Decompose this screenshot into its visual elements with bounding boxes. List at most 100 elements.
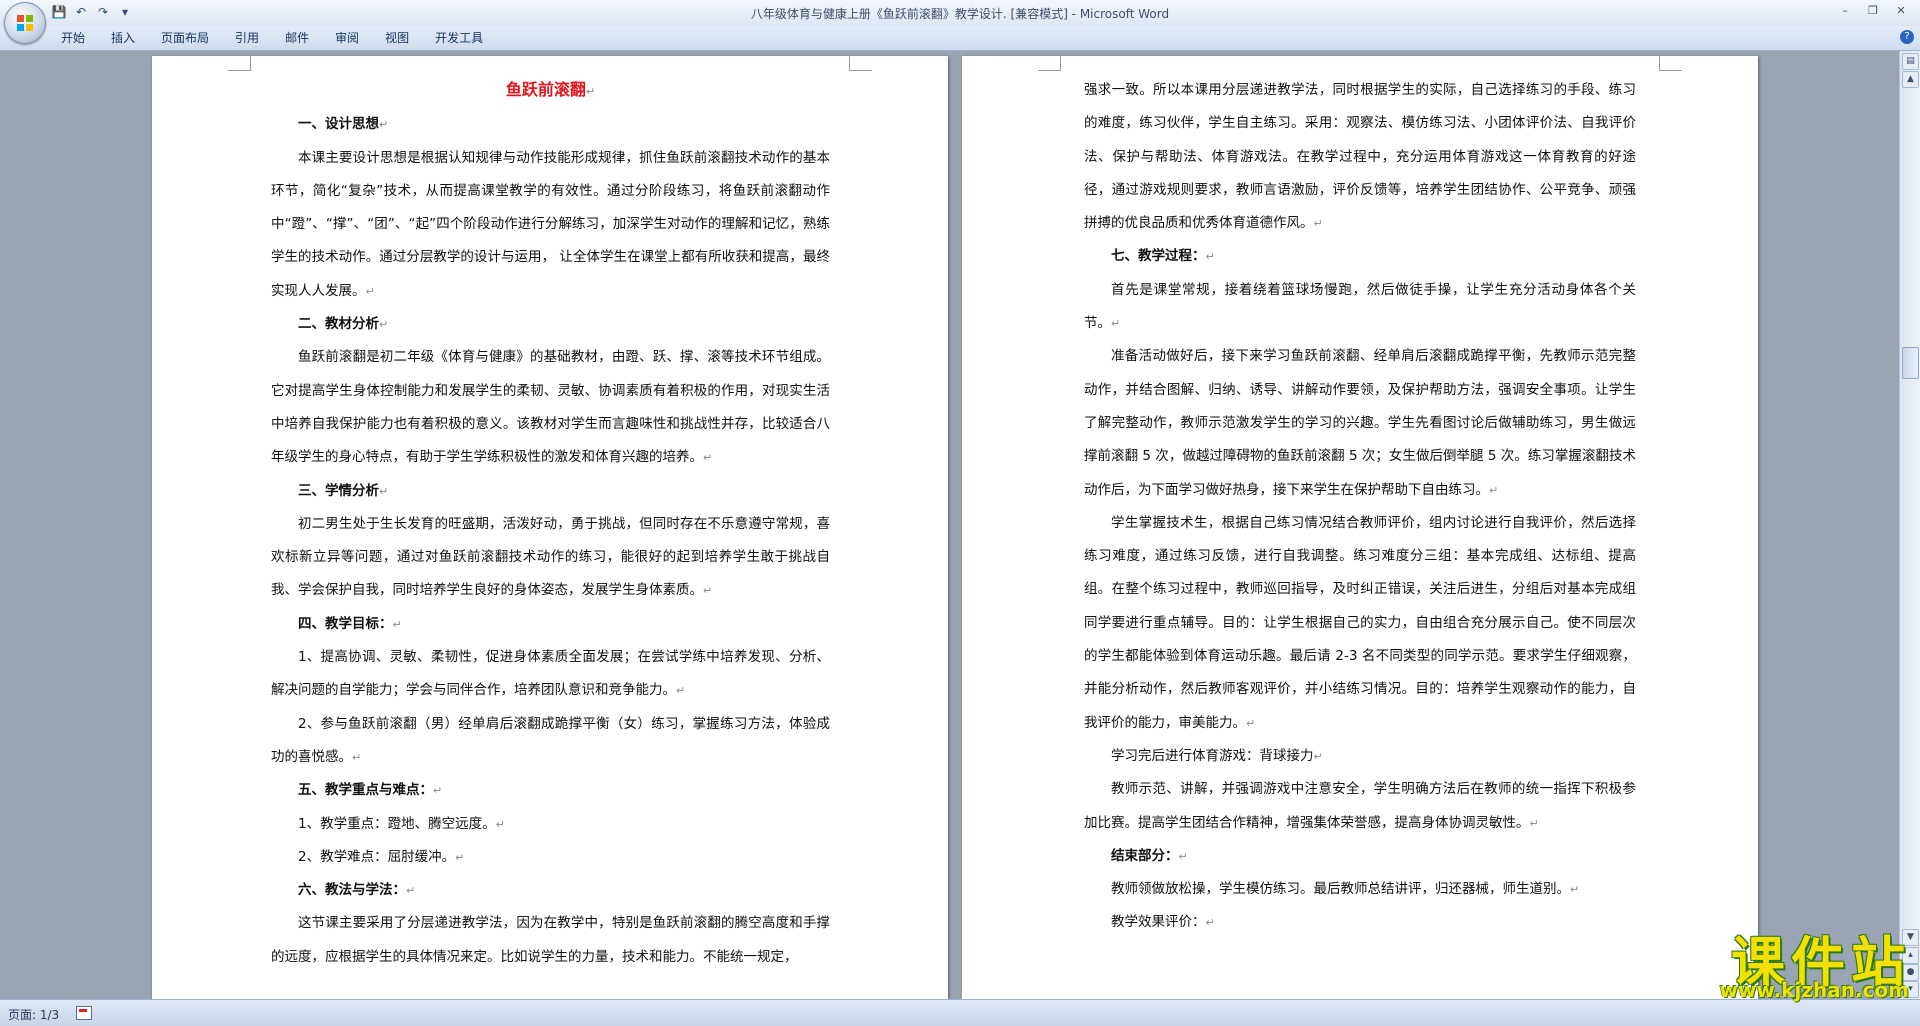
paragraph-text: 学习完后进行体育游戏：背球接力 [1111, 747, 1314, 764]
paragraph-text: 三、学情分析 [298, 482, 379, 499]
close-button[interactable]: ✕ [1888, 2, 1914, 20]
paragraph-text: 本课主要设计思想是根据认知规律与动作技能形成规律，抓住鱼跃前滚翻技术动作的基本环… [271, 149, 830, 299]
paragraph-mark-icon: ↵ [703, 451, 713, 465]
status-bar: 页面: 1/3 [0, 999, 1920, 1026]
paragraph-text: 七、教学过程： [1111, 248, 1206, 265]
tab-developer[interactable]: 开发工具 [422, 26, 496, 50]
watermark-url: www.kjzhan.com [1719, 978, 1909, 1002]
body-paragraph: 1、教学重点：蹬地、腾空远度。↵ [271, 808, 830, 841]
paragraph-text: 这节课主要采用了分层递进教学法，因为在教学中，特别是鱼跃前滚翻的腾空高度和手撑的… [271, 915, 830, 965]
office-logo-icon [17, 15, 33, 31]
paragraph-mark-icon: ↵ [676, 684, 686, 698]
body-paragraph: 这节课主要采用了分层递进教学法，因为在教学中，特别是鱼跃前滚翻的腾空高度和手撑的… [271, 907, 830, 974]
paragraph-text: 教师示范、讲解，并强调游戏中注意安全，学生明确方法后在教师的统一指挥下积极参加比… [1084, 781, 1636, 831]
body-paragraph: 教师领做放松操，学生模仿练习。最后教师总结讲评，归还器械，师生道别。↵ [1084, 873, 1636, 906]
body-paragraph: 学习完后进行体育游戏：背球接力↵ [1084, 740, 1636, 773]
paragraph-text: 六、教法与学法： [298, 882, 406, 899]
paragraph-mark-icon: ↵ [433, 784, 443, 798]
paragraph-mark-icon: ↵ [1205, 916, 1215, 930]
scroll-up-icon[interactable]: ▲ [1902, 71, 1919, 88]
tab-review[interactable]: 审阅 [322, 26, 372, 50]
paragraph-text: 二、教材分析 [298, 316, 379, 333]
body-paragraph: 鱼跃前滚翻是初二年级《体育与健康》的基础教材，由蹬、跃、撑、滚等技术环节组成。它… [271, 341, 830, 474]
paragraph-text: 鱼跃前滚翻是初二年级《体育与健康》的基础教材，由蹬、跃、撑、滚等技术环节组成。它… [271, 349, 830, 466]
ribbon: 开始 插入 页面布局 引用 邮件 审阅 视图 开发工具 ? [0, 26, 1920, 51]
section-heading: 六、教法与学法：↵ [271, 874, 830, 907]
tab-home[interactable]: 开始 [48, 26, 98, 50]
help-icon[interactable]: ? [1900, 30, 1914, 44]
tab-insert[interactable]: 插入 [98, 26, 148, 50]
document-page-2[interactable]: 强求一致。所以本课用分层递进教学法，同时根据学生的实际，自己选择练习的手段、练习… [962, 56, 1758, 999]
ruler-toggle-icon[interactable]: ▤ [1902, 53, 1919, 70]
section-heading: 七、教学过程：↵ [1084, 240, 1636, 273]
site-watermark: 课件站 www.kjzhan.com [1653, 918, 1917, 1008]
paragraph-mark-icon: ↵ [1313, 749, 1323, 763]
paragraph-text: 强求一致。所以本课用分层递进教学法，同时根据学生的实际，自己选择练习的手段、练习… [1084, 82, 1636, 232]
document-area[interactable]: 鱼跃前滚翻↵ 一、设计思想↵ 本课主要设计思想是根据认知规律与动作技能形成规律，抓住… [0, 51, 1900, 999]
tab-mailings[interactable]: 邮件 [272, 26, 322, 50]
paragraph-text: 五、教学重点与难点： [298, 782, 433, 799]
paragraph-mark-icon: ↵ [703, 584, 713, 598]
page-1-body: 鱼跃前滚翻↵ 一、设计思想↵ 本课主要设计思想是根据认知规律与动作技能形成规律，抓住… [152, 56, 948, 974]
section-heading: 三、学情分析↵ [271, 475, 830, 508]
paragraph-mark-icon: ↵ [1313, 217, 1323, 231]
paragraph-mark-icon: ↵ [1205, 250, 1215, 264]
section-heading: 四、教学目标：↵ [271, 608, 830, 641]
section-heading: 一、设计思想↵ [271, 108, 830, 141]
paragraph-mark-icon: ↵ [1178, 849, 1188, 863]
body-paragraph: 2、参与鱼跃前滚翻（男）经单肩后滚翻成跪撑平衡（女）练习，掌握练习方法，体验成功… [271, 708, 830, 775]
paragraph-mark-icon: ↵ [379, 318, 389, 332]
paragraph-text: 教学效果评价： [1111, 914, 1206, 931]
body-paragraph: 学生掌握技术生，根据自己练习情况结合教师评价，组内讨论进行自我评价，然后选择练习… [1084, 507, 1636, 740]
paragraph-text: 学生掌握技术生，根据自己练习情况结合教师评价，组内讨论进行自我评价，然后选择练习… [1084, 514, 1636, 731]
paragraph-text: 鱼跃前滚翻 [505, 80, 586, 99]
paragraph-mark-icon: ↵ [1111, 317, 1121, 331]
tab-references[interactable]: 引用 [222, 26, 272, 50]
document-title: 鱼跃前滚翻↵ [271, 73, 830, 108]
paragraph-mark-icon: ↵ [455, 850, 465, 864]
page-2-body: 强求一致。所以本课用分层递进教学法，同时根据学生的实际，自己选择练习的手段、练习… [962, 56, 1758, 940]
scroll-thumb[interactable] [1902, 347, 1919, 379]
tab-page-layout[interactable]: 页面布局 [148, 26, 222, 50]
paragraph-text: 1、教学重点：蹬地、腾空远度。 [298, 815, 496, 832]
section-heading: 五、教学重点与难点：↵ [271, 774, 830, 807]
paragraph-mark-icon: ↵ [392, 617, 402, 631]
paragraph-text: 结束部分： [1111, 847, 1179, 864]
maximize-button[interactable]: ❐ [1860, 2, 1886, 20]
paragraph-text: 1、提高协调、灵敏、柔韧性，促进身体素质全面发展；在尝试学练中培养发现、分析、解… [271, 649, 830, 699]
document-page-1[interactable]: 鱼跃前滚翻↵ 一、设计思想↵ 本课主要设计思想是根据认知规律与动作技能形成规律，抓住… [152, 56, 948, 999]
paragraph-text: 准备活动做好后，接下来学习鱼跃前滚翻、经单肩后滚翻成跪撑平衡，先教师示范完整动作… [1084, 348, 1636, 498]
paragraph-text: 初二男生处于生长发育的旺盛期，活泼好动，勇于挑战，但同时存在不乐意遵守常规，喜欢… [271, 515, 830, 599]
window-controls: – ❐ ✕ [1832, 2, 1914, 20]
body-paragraph: 准备活动做好后，接下来学习鱼跃前滚翻、经单肩后滚翻成跪撑平衡，先教师示范完整动作… [1084, 340, 1636, 506]
page-counter[interactable]: 页面: 1/3 [8, 1006, 59, 1023]
paragraph-mark-icon: ↵ [379, 484, 389, 498]
body-paragraph: 初二男生处于生长发育的旺盛期，活泼好动，勇于挑战，但同时存在不乐意遵守常规，喜欢… [271, 508, 830, 608]
proofing-status-icon[interactable] [76, 1006, 92, 1020]
paragraph-mark-icon: ↵ [1529, 816, 1539, 830]
body-paragraph: 2、教学难点：屈肘缓冲。↵ [271, 841, 830, 874]
body-paragraph: 本课主要设计思想是根据认知规律与动作技能形成规律，抓住鱼跃前滚翻技术动作的基本环… [271, 142, 830, 308]
paragraph-mark-icon: ↵ [379, 118, 389, 132]
minimize-button[interactable]: – [1832, 2, 1858, 20]
vertical-scrollbar[interactable]: ▤ ▲ ▼ ▴ ● ▾ [1899, 51, 1920, 999]
paragraph-mark-icon: ↵ [1246, 716, 1256, 730]
paragraph-mark-icon: ↵ [1489, 483, 1499, 497]
window-title: 八年级体育与健康上册《鱼跃前滚翻》教学设计. [兼容模式] - Microsof… [750, 7, 1170, 21]
paragraph-mark-icon: ↵ [1570, 883, 1580, 897]
tab-view[interactable]: 视图 [372, 26, 422, 50]
paragraph-mark-icon: ↵ [585, 85, 596, 98]
paragraph-mark-icon: ↵ [406, 884, 416, 898]
title-bar: 💾 ↶ ↷ ▾ 八年级体育与健康上册《鱼跃前滚翻》教学设计. [兼容模式] - … [0, 0, 1920, 26]
paragraph-text: 教师领做放松操，学生模仿练习。最后教师总结讲评，归还器械，师生道别。 [1111, 881, 1570, 898]
paragraph-text: 一、设计思想 [298, 116, 379, 133]
body-paragraph: 教学效果评价：↵ [1084, 906, 1636, 939]
ribbon-tabs: 开始 插入 页面布局 引用 邮件 审阅 视图 开发工具 [48, 26, 496, 50]
body-paragraph: 强求一致。所以本课用分层递进教学法，同时根据学生的实际，自己选择练习的手段、练习… [1084, 74, 1636, 240]
paragraph-text: 2、教学难点：屈肘缓冲。 [298, 848, 456, 865]
body-paragraph: 教师示范、讲解，并强调游戏中注意安全，学生明确方法后在教师的统一指挥下积极参加比… [1084, 773, 1636, 840]
section-heading: 结束部分：↵ [1084, 840, 1636, 873]
paragraph-mark-icon: ↵ [495, 817, 505, 831]
office-button[interactable] [4, 2, 46, 44]
body-paragraph: 首先是课堂常规，接着绕着篮球场慢跑，然后做徒手操，让学生充分活动身体各个关节。↵ [1084, 274, 1636, 341]
